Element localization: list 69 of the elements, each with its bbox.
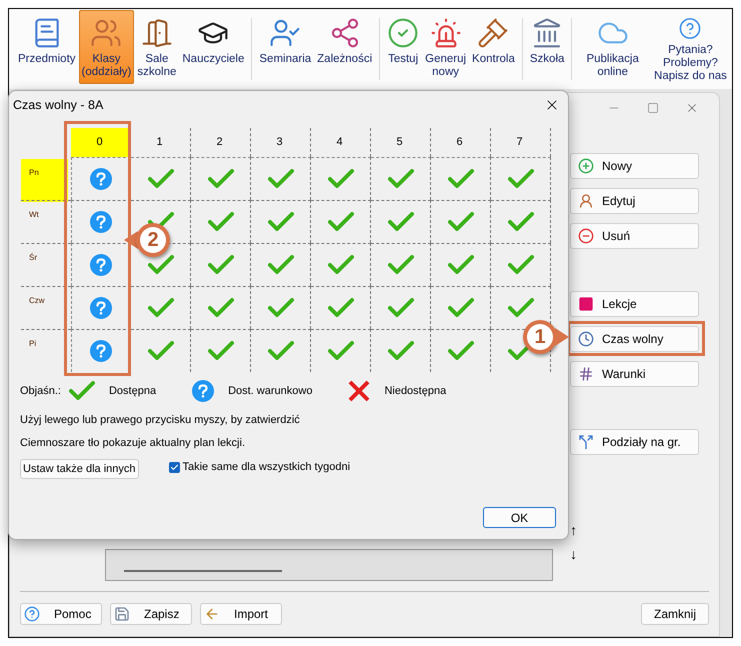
side-button[interactable]: Usuń (570, 223, 699, 249)
column-header: 6 (455, 135, 464, 150)
legend-text: Dostępna (108, 384, 156, 399)
help-icon (24, 606, 40, 622)
callout-tooltip: 2 (124, 223, 170, 257)
close-button[interactable]: Zamknij (641, 603, 709, 625)
toolbar-button[interactable]: Seminaria (256, 14, 314, 84)
side-button[interactable]: Warunki (570, 361, 699, 387)
toolbar-button[interactable]: Zależności (314, 14, 376, 84)
toolbar-button[interactable]: Pytania? Problemy? Napisz do nas (648, 14, 732, 84)
side-button[interactable]: Edytuj (570, 188, 699, 214)
column-header: 5 (395, 135, 404, 150)
scroll-arrow[interactable]: ↑ (570, 523, 699, 537)
legend-text: Dost. warunkowo (228, 384, 312, 399)
scrollbar-thumb[interactable] (124, 570, 282, 572)
toolbar-button[interactable]: Przedmioty (15, 14, 79, 84)
people-icon (90, 17, 122, 49)
row-header: Wt (28, 209, 40, 221)
import-icon (204, 606, 220, 622)
siren-icon (430, 17, 462, 49)
check-badge-icon (387, 17, 420, 49)
scroll-arrow[interactable]: ↓ (570, 547, 699, 561)
column-header: 3 (275, 135, 284, 150)
set-for-others-button[interactable]: Ustaw także dla innych (20, 459, 138, 479)
toolbar-button[interactable]: Szkoła (526, 14, 568, 84)
hint-text: Ciemnoszare tło pokazuje aktualny plan lekcji. (20, 436, 246, 450)
clock-icon (578, 331, 594, 347)
row-header: Pn (21, 159, 68, 202)
squares-icon (578, 296, 594, 312)
row-header: Czw (28, 295, 46, 307)
row-header: Pi (28, 338, 38, 350)
side-button[interactable]: Lekcje (570, 291, 699, 317)
side-button[interactable]: Nowy (570, 153, 699, 179)
maximize-icon[interactable] (647, 102, 659, 114)
toolbar-button[interactable]: Klasy (oddziały) (78, 10, 134, 84)
toolbar-button[interactable]: Testuj (384, 14, 422, 84)
column-header: 1 (155, 135, 164, 150)
plus-icon (578, 158, 594, 174)
door-icon (140, 17, 173, 49)
column-header: 4 (335, 135, 344, 150)
callout-tooltip: 1 (523, 320, 569, 354)
toolbar-button[interactable]: Sale szkolne (134, 14, 180, 84)
checkbox[interactable] (168, 462, 180, 473)
split-icon (578, 434, 594, 450)
legend-label: Objaśn.: (20, 384, 61, 399)
hint-text: Użyj lewego lub prawego przycisku myszy, by zatwierdzić (20, 413, 301, 428)
minus-icon (578, 228, 594, 244)
ok-button[interactable]: OK (483, 507, 556, 528)
row-header: Śr (28, 252, 38, 264)
column-header: 0 (71, 128, 128, 157)
footer-button[interactable]: Import (200, 603, 282, 625)
toolbar-button[interactable]: Nauczyciele (179, 14, 248, 84)
legend-text: Niedostępna (384, 384, 446, 399)
column-header: 7 (515, 135, 524, 150)
toolbar-button[interactable]: Kontrola (469, 14, 518, 84)
save-icon (114, 606, 130, 622)
hash-icon (578, 366, 594, 382)
side-button[interactable]: Czas wolny (570, 326, 699, 352)
user-check-icon (269, 17, 302, 49)
footer-button[interactable]: Zapisz (110, 603, 192, 625)
column-header: 2 (215, 135, 224, 150)
footer-button[interactable]: Pomoc (20, 603, 102, 625)
gavel-icon (477, 17, 510, 49)
toolbar-button[interactable]: Generuj nowy (422, 14, 470, 84)
toolbar-button[interactable]: Publikacja online (576, 14, 649, 84)
checkbox-label: Takie same dla wszystkich tygodni (182, 460, 350, 475)
dialog-title: Czas wolny - 8A (13, 96, 104, 114)
person-icon (578, 193, 594, 209)
side-button[interactable]: Podziały na gr. (570, 429, 699, 455)
